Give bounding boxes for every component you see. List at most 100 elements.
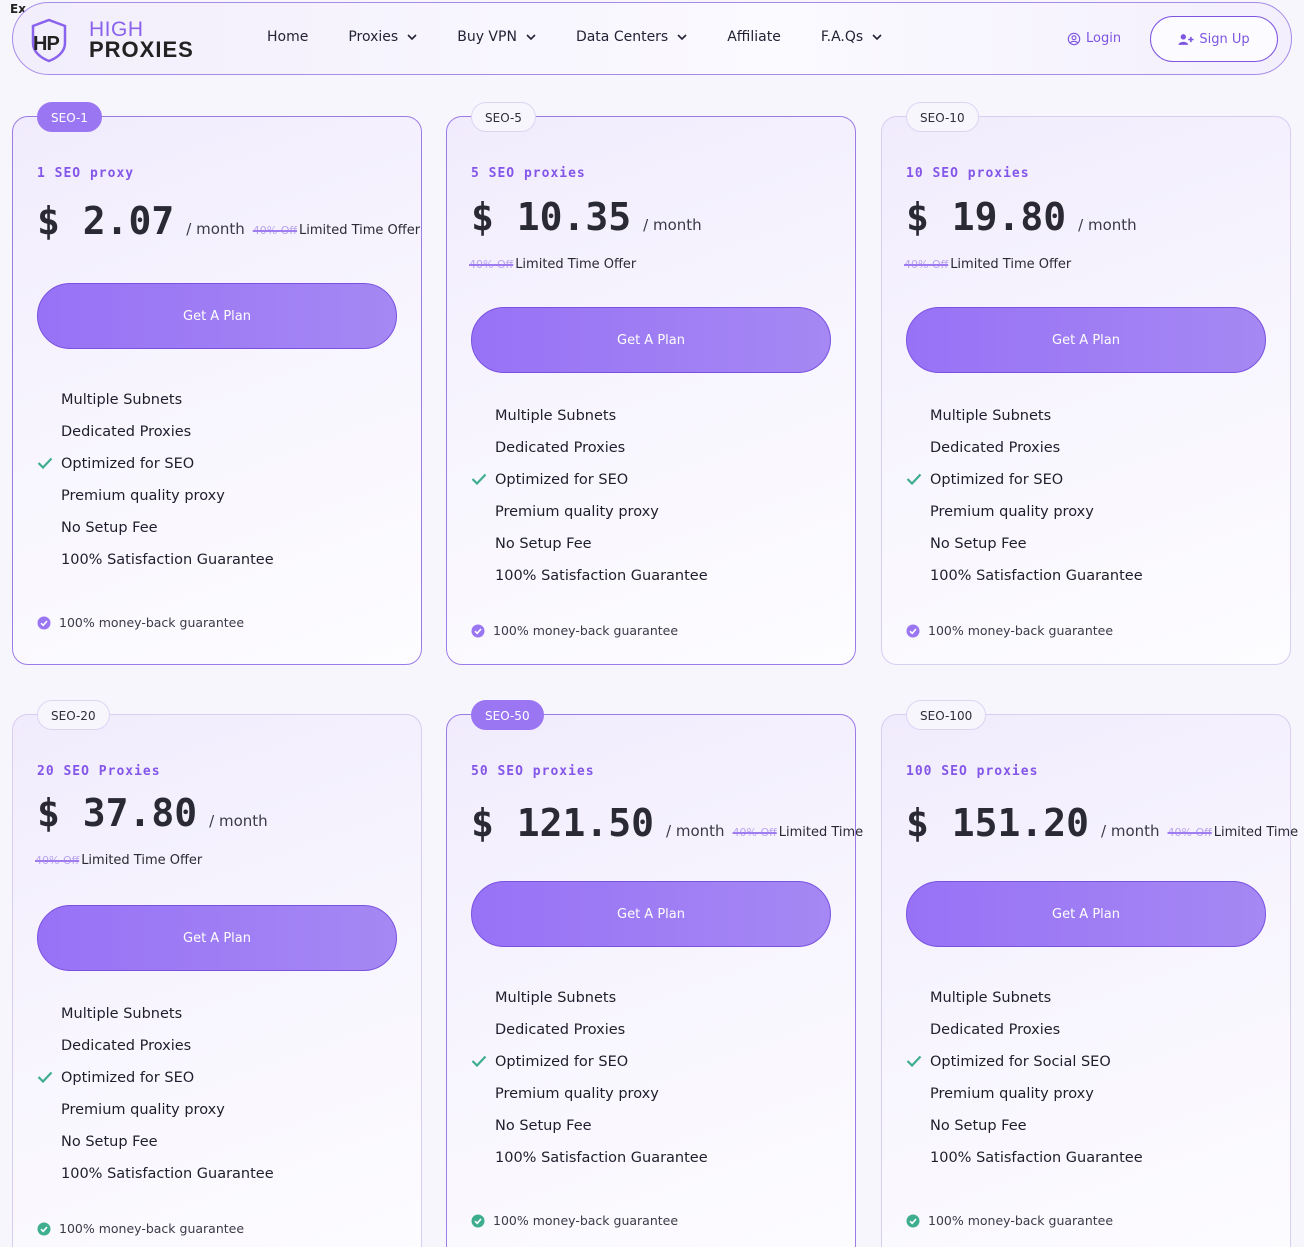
feature-item: No Setup Fee	[471, 528, 708, 560]
price-row: $ 151.20/ month 40% Off Limited Time	[906, 801, 1298, 845]
chevron-down-icon	[872, 33, 882, 40]
plan-period: / month	[666, 822, 725, 840]
guarantee-label: 100% money-back guarantee	[59, 1221, 245, 1236]
check-circle-icon	[37, 616, 51, 629]
feature-item: Optimized for SEO	[471, 1046, 708, 1078]
feature-item: Multiple Subnets	[471, 400, 708, 432]
feature-item: Multiple Subnets	[906, 400, 1143, 432]
plan-period: / month	[186, 220, 245, 238]
check-icon	[906, 1055, 922, 1067]
feature-item: Premium quality proxy	[37, 480, 274, 512]
price-row: $ 37.80 / month	[37, 791, 268, 835]
feature-item: No Setup Fee	[906, 1110, 1143, 1142]
get-a-plan-button[interactable]: Get A Plan	[906, 307, 1266, 373]
get-a-plan-button[interactable]: Get A Plan	[37, 283, 397, 349]
plan-price: $ 10.35	[471, 195, 632, 239]
plan-title: 50 SEO proxies	[471, 764, 595, 779]
get-a-plan-button[interactable]: Get A Plan	[471, 307, 831, 373]
feature-list: Multiple Subnets Dedicated Proxies Optimiz…	[471, 400, 708, 592]
discount-text: 40% Off	[904, 258, 949, 271]
nav-item-buy-vpn[interactable]: Buy VPN	[457, 29, 536, 45]
plan-period: / month	[209, 812, 268, 830]
feature-list: Multiple Subnets Dedicated Proxies Optimiz…	[37, 384, 274, 576]
feature-label: Multiple Subnets	[61, 1006, 183, 1022]
feature-label: Optimized for SEO	[61, 456, 195, 472]
feature-label: No Setup Fee	[61, 1134, 158, 1150]
login-link[interactable]: Login	[1067, 31, 1121, 46]
check-icon	[37, 1071, 53, 1083]
guarantee-label: 100% money-back guarantee	[493, 623, 679, 638]
nav-item-label: Buy VPN	[457, 29, 517, 45]
nav-item-affiliate[interactable]: Affiliate	[727, 29, 781, 45]
plan-badge: SEO-1	[37, 102, 102, 132]
top-navbar: HP HIGH PROXIES Home Proxies Buy VPN Data C…	[12, 2, 1292, 75]
discount-text: 40% Off	[732, 826, 777, 839]
feature-item: Premium quality proxy	[471, 496, 708, 528]
offer-line: 40% Off Limited Time Offer	[245, 223, 420, 238]
feature-item: Optimized for SEO	[37, 1062, 274, 1094]
feature-item: Multiple Subnets	[37, 998, 274, 1030]
price-row: $ 2.07/ month 40% Off Limited Time Offer	[37, 199, 420, 243]
feature-item: Multiple Subnets	[906, 982, 1143, 1014]
feature-item: Dedicated Proxies	[471, 1014, 708, 1046]
signup-button[interactable]: Sign Up	[1150, 16, 1278, 62]
feature-label: Multiple Subnets	[930, 990, 1052, 1006]
feature-label: Optimized for Social SEO	[930, 1054, 1111, 1070]
chevron-down-icon	[407, 33, 417, 40]
plan-badge: SEO-10	[906, 102, 979, 132]
feature-item: Dedicated Proxies	[37, 1030, 274, 1062]
check-circle-icon	[906, 1214, 920, 1227]
plan-card: SEO-10 10 SEO proxies $ 19.80 / month 40% Of…	[881, 102, 1291, 665]
feature-item: Dedicated Proxies	[906, 1014, 1143, 1046]
feature-label: Premium quality proxy	[61, 1102, 225, 1118]
feature-item: 100% Satisfaction Guarantee	[906, 1142, 1143, 1174]
feature-label: Premium quality proxy	[930, 504, 1094, 520]
feature-item: 100% Satisfaction Guarantee	[37, 544, 274, 576]
feature-list: Multiple Subnets Dedicated Proxies Optimiz…	[471, 982, 708, 1174]
nav-item-f-a-qs[interactable]: F.A.Qs	[821, 29, 882, 45]
plan-card: SEO-100 100 SEO proxies $ 151.20/ month 40%…	[881, 700, 1298, 1247]
check-icon	[906, 473, 922, 485]
feature-item: Dedicated Proxies	[37, 416, 274, 448]
get-a-plan-button[interactable]: Get A Plan	[37, 905, 397, 971]
login-label: Login	[1086, 31, 1122, 46]
nav-item-home[interactable]: Home	[267, 29, 308, 45]
nav-item-label: Home	[267, 29, 309, 45]
get-a-plan-button[interactable]: Get A Plan	[906, 881, 1266, 947]
feature-item: No Setup Fee	[37, 512, 274, 544]
feature-label: 100% Satisfaction Guarantee	[930, 568, 1143, 584]
feature-item: Premium quality proxy	[906, 1078, 1143, 1110]
feature-list: Multiple Subnets Dedicated Proxies Optimiz…	[906, 400, 1143, 592]
get-a-plan-button[interactable]: Get A Plan	[471, 881, 831, 947]
feature-label: Multiple Subnets	[495, 408, 617, 424]
feature-label: Optimized for SEO	[61, 1070, 195, 1086]
feature-label: Premium quality proxy	[930, 1086, 1094, 1102]
feature-label: Dedicated Proxies	[930, 440, 1061, 456]
money-back-guarantee: 100% money-back guarantee	[471, 623, 678, 638]
logo-shield-icon: HP	[31, 18, 67, 63]
nav-item-data-centers[interactable]: Data Centers	[576, 29, 687, 45]
feature-label: 100% Satisfaction Guarantee	[495, 1150, 708, 1166]
limited-time-text: Limited Time	[778, 825, 864, 840]
feature-label: 100% Satisfaction Guarantee	[495, 568, 708, 584]
discount-text: 40% Off	[35, 854, 80, 867]
feature-item: No Setup Fee	[37, 1126, 274, 1158]
feature-label: Multiple Subnets	[61, 392, 183, 408]
nav-item-label: F.A.Qs	[820, 29, 864, 45]
feature-item: 100% Satisfaction Guarantee	[37, 1158, 274, 1190]
feature-item: Dedicated Proxies	[906, 432, 1143, 464]
feature-label: Multiple Subnets	[930, 408, 1052, 424]
money-back-guarantee: 100% money-back guarantee	[37, 615, 244, 630]
feature-label: Dedicated Proxies	[61, 1038, 192, 1054]
nav-item-proxies[interactable]: Proxies	[348, 29, 417, 45]
price-row: $ 121.50 / month 40% Off Limited Time	[471, 801, 863, 845]
plan-price: $ 121.50	[471, 801, 655, 845]
plan-badge: SEO-5	[471, 102, 536, 132]
discount-text: 40% Off	[252, 224, 297, 237]
offer-line: 40% Off Limited Time Offer	[27, 853, 202, 868]
signup-label: Sign Up	[1199, 31, 1250, 47]
check-icon	[37, 457, 53, 469]
money-back-guarantee: 100% money-back guarantee	[906, 623, 1113, 638]
plan-card: SEO-50 50 SEO proxies $ 121.50/ month 40% O…	[446, 700, 863, 1247]
site-logo[interactable]: HP HIGH PROXIES	[29, 17, 209, 63]
